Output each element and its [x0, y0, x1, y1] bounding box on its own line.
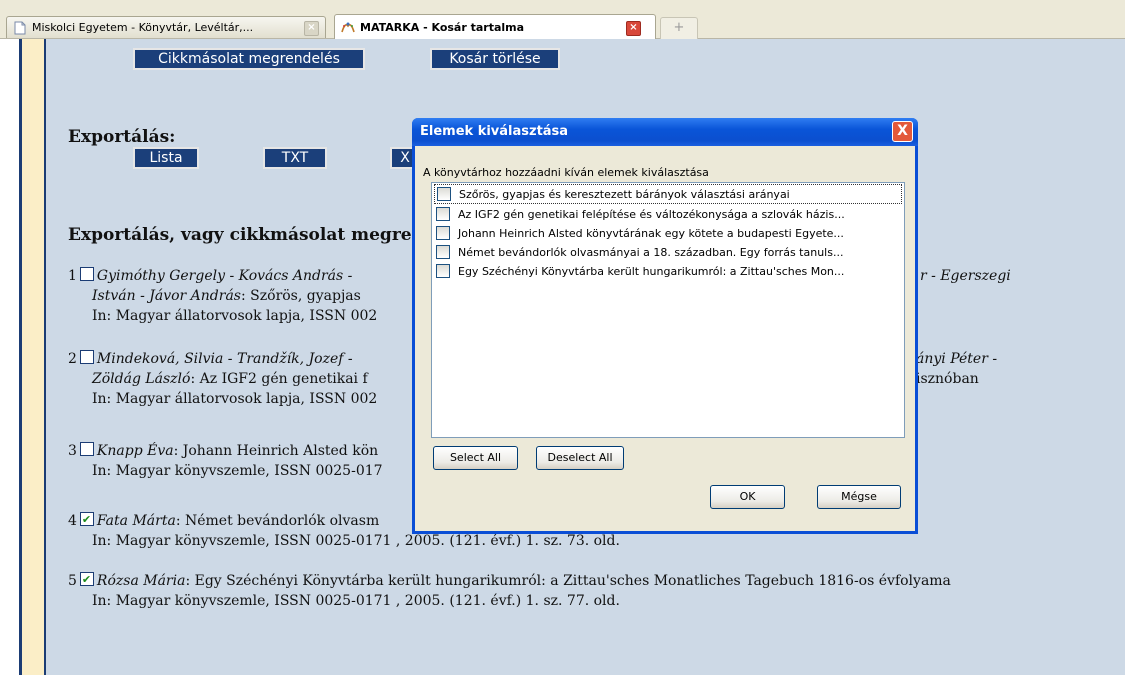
tab-label: Miskolci Egyetem - Könyvtár, Levéltár,..…: [32, 21, 254, 34]
dialog-item-label: Johann Heinrich Alsted könyvtárának egy …: [458, 226, 844, 240]
list-item: 2 Mindeková, Silvia - Trandžík, Jozef - Z…: [68, 349, 377, 409]
page-icon: [14, 21, 26, 34]
item-title: : Johann Heinrich Alsted kön: [173, 443, 379, 459]
dialog-item-list: Szőrös, gyapjas és keresztezett bárányok…: [431, 182, 905, 438]
dialog-item-label: Az IGF2 gén genetikai felépítése és vált…: [458, 207, 845, 221]
item-checkbox[interactable]: [79, 570, 94, 590]
item-number: 5: [68, 573, 77, 589]
export-list-button[interactable]: Lista: [133, 147, 199, 169]
list-item-overflow: ányi Péter - isznóban: [916, 349, 997, 389]
tab-close-icon[interactable]: ×: [304, 21, 319, 36]
item-source: In: Magyar könyvszemle, ISSN 0025-017: [92, 463, 383, 479]
left-border: [44, 39, 46, 675]
item-checkbox[interactable]: [436, 264, 450, 278]
dialog-list-item[interactable]: Egy Széchényi Könyvtárba került hungarik…: [434, 262, 902, 280]
item-source: In: Magyar könyvszemle, ISSN 0025-0171 ,…: [92, 593, 620, 609]
item-authors: Zöldág László: [92, 371, 191, 387]
dialog-item-label: Szőrös, gyapjas és keresztezett bárányok…: [459, 187, 790, 201]
clear-cart-button[interactable]: Kosár törlése: [430, 48, 560, 70]
item-title: isznóban: [916, 371, 979, 387]
select-all-button[interactable]: Select All: [433, 446, 518, 470]
item-authors: Fata Márta: [96, 513, 176, 529]
matarka-logo-icon: [341, 22, 355, 33]
list-item: 1 Gyimóthy Gergely - Kovács András - Istv…: [68, 266, 377, 326]
dialog-title-bar[interactable]: Elemek kiválasztása X: [412, 118, 918, 146]
item-checkbox[interactable]: [436, 207, 450, 221]
left-column: [22, 39, 44, 675]
item-title: : Német bevándorlók olvasm: [175, 513, 380, 529]
item-source: In: Magyar könyvszemle, ISSN 0025-0171 ,…: [92, 533, 620, 549]
item-title: : Egy Széchényi Könyvtárba került hungar…: [185, 573, 951, 589]
select-items-dialog: Elemek kiválasztása X A könyvtárhoz hozz…: [412, 118, 918, 534]
dialog-title: Elemek kiválasztása: [420, 124, 569, 139]
dialog-list-item[interactable]: Német bevándorlók olvasmányai a 18. száz…: [434, 243, 902, 261]
item-authors: Gyimóthy Gergely - Kovács András -: [96, 268, 353, 284]
item-checkbox[interactable]: [79, 267, 94, 281]
cancel-button[interactable]: Mégse: [817, 485, 901, 509]
item-title: : Szőrös, gyapjas: [241, 288, 361, 304]
item-authors: István - Jávor András: [92, 288, 241, 304]
item-title: : Az IGF2 gén genetikai f: [190, 371, 368, 387]
item-authors: Knapp Éva: [96, 443, 174, 459]
order-copy-button[interactable]: Cikkmásolat megrendelés: [133, 48, 365, 70]
tab-miskolci[interactable]: Miskolci Egyetem - Könyvtár, Levéltár,..…: [6, 16, 326, 38]
item-authors: Rózsa Mária: [96, 573, 186, 589]
item-number: 1: [68, 268, 77, 284]
export-heading: Exportálás:: [68, 127, 176, 147]
item-number: 4: [68, 513, 77, 529]
tab-close-icon[interactable]: ×: [626, 21, 641, 36]
item-checkbox[interactable]: [436, 245, 450, 259]
dialog-caption: A könyvtárhoz hozzáadni kíván elemek kiv…: [423, 166, 709, 179]
ok-button[interactable]: OK: [710, 485, 785, 509]
section-heading: Exportálás, vagy cikkmásolat megre: [68, 225, 412, 245]
item-checkbox[interactable]: [79, 350, 94, 364]
list-item-overflow: r - Egerszegi: [920, 266, 1011, 286]
new-tab-button[interactable]: +: [660, 17, 698, 39]
item-authors: ányi Péter -: [916, 351, 998, 367]
left-margin: [0, 39, 19, 675]
item-authors: Mindeková, Silvia - Trandžík, Jozef -: [96, 351, 353, 367]
close-icon[interactable]: X: [892, 121, 913, 142]
dialog-list-item[interactable]: Az IGF2 gén genetikai felépítése és vált…: [434, 205, 902, 223]
tab-label: MATARKA - Kosár tartalma: [360, 20, 525, 34]
item-checkbox[interactable]: [436, 226, 450, 240]
dialog-item-label: Egy Széchényi Könyvtárba került hungarik…: [458, 264, 845, 278]
tab-matarka[interactable]: MATARKA - Kosár tartalma ×: [334, 14, 656, 39]
dialog-list-item[interactable]: Johann Heinrich Alsted könyvtárának egy …: [434, 224, 902, 242]
export-txt-button[interactable]: TXT: [263, 147, 327, 169]
dialog-list-item[interactable]: Szőrös, gyapjas és keresztezett bárányok…: [434, 184, 902, 204]
item-number: 2: [68, 351, 77, 367]
dialog-item-label: Német bevándorlók olvasmányai a 18. száz…: [458, 245, 844, 259]
item-number: 3: [68, 443, 77, 459]
item-authors: r - Egerszegi: [920, 268, 1011, 284]
item-checkbox[interactable]: [79, 442, 94, 456]
deselect-all-button[interactable]: Deselect All: [536, 446, 624, 470]
item-checkbox[interactable]: [437, 187, 451, 201]
browser-tab-bar: Miskolci Egyetem - Könyvtár, Levéltár,..…: [0, 0, 1125, 39]
list-item: 3 Knapp Éva: Johann Heinrich Alsted kön I…: [68, 441, 383, 481]
item-checkbox[interactable]: [79, 510, 94, 530]
item-source: In: Magyar állatorvosok lapja, ISSN 002: [92, 391, 378, 407]
list-item: 5 Rózsa Mária: Egy Széchényi Könyvtárba k…: [68, 570, 951, 611]
item-source: In: Magyar állatorvosok lapja, ISSN 002: [92, 308, 378, 324]
